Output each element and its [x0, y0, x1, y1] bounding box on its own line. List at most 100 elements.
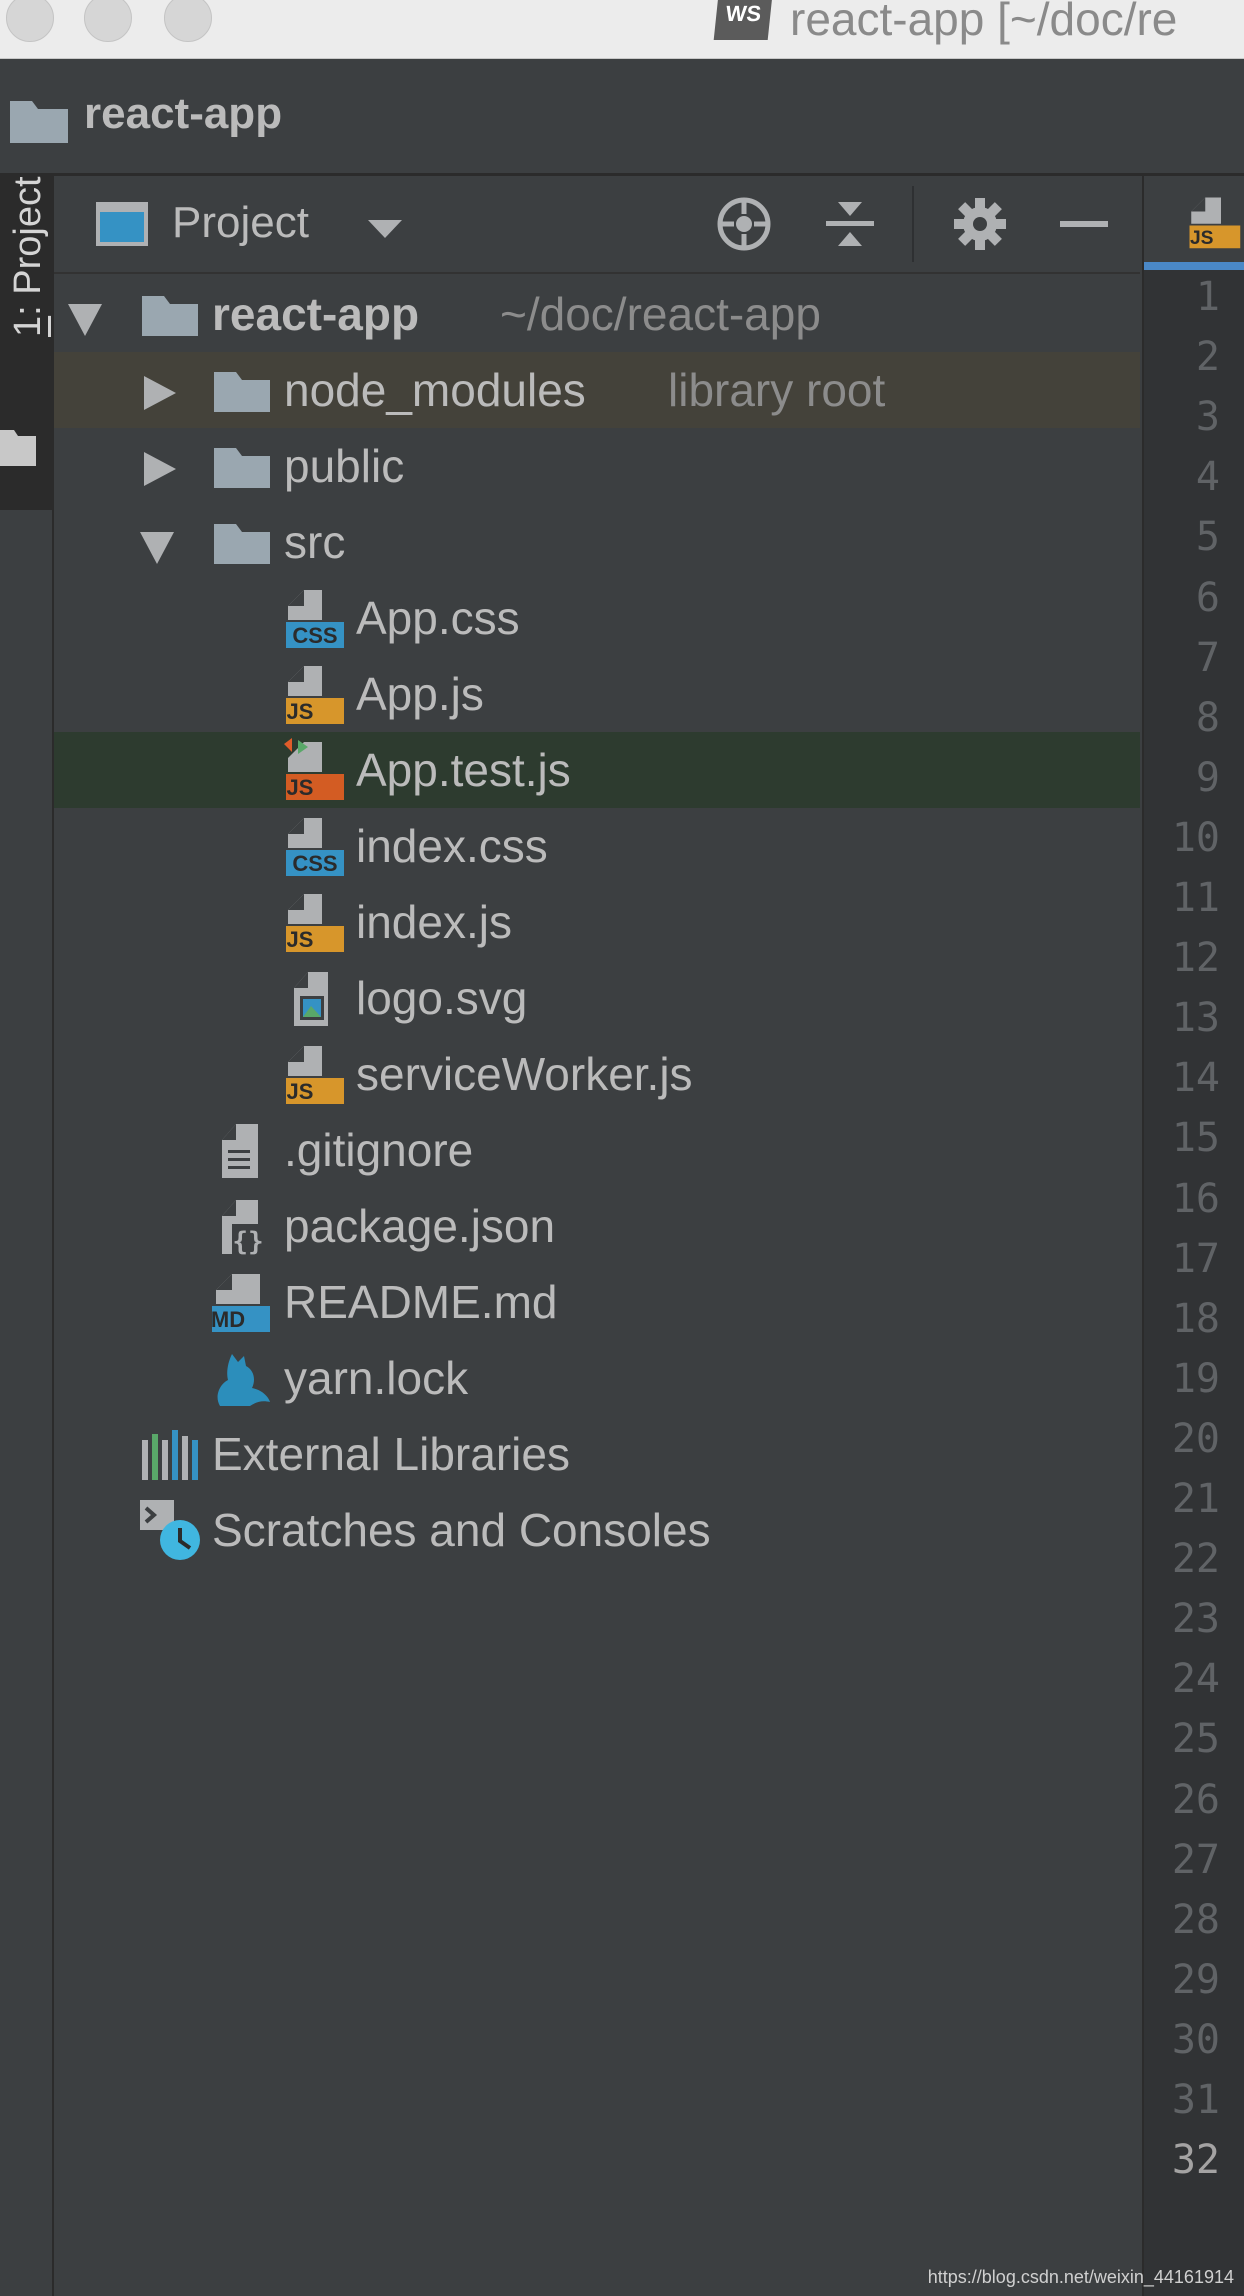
- css-file-icon: CSS: [286, 590, 344, 648]
- tool-window-strip: 1: Project: [0, 176, 54, 2296]
- folder-icon: [0, 430, 36, 466]
- library-root-hint: library root: [668, 364, 886, 416]
- tree-item-file[interactable]: JS serviceWorker.js: [54, 1036, 1140, 1112]
- line-number: 24: [1171, 1656, 1220, 1703]
- close-window-button[interactable]: [6, 0, 54, 42]
- project-panel: Project react-app ~/doc/react-app node_m…: [54, 176, 1140, 2296]
- tree-item-file[interactable]: .gitignore: [54, 1112, 1140, 1188]
- line-number: 6: [1195, 574, 1220, 621]
- tree-item-external-libraries[interactable]: External Libraries: [54, 1416, 1140, 1492]
- tree-item-label: logo.svg: [356, 972, 528, 1024]
- tree-item-file[interactable]: CSS index.css: [54, 808, 1140, 884]
- line-number: 11: [1171, 875, 1220, 921]
- line-number: 17: [1171, 1235, 1220, 1282]
- tree-item-file[interactable]: {} package.json: [54, 1188, 1140, 1264]
- window-title: react-app [~/doc/re: [790, 0, 1178, 45]
- line-number: 29: [1171, 1956, 1220, 2003]
- line-number: 3: [1195, 394, 1220, 441]
- tree-item-label: Scratches and Consoles: [212, 1504, 711, 1556]
- locate-icon[interactable]: [714, 194, 774, 254]
- tree-item-label: App.css: [356, 592, 520, 644]
- project-view-icon: [96, 202, 148, 246]
- line-number: 32: [1171, 2137, 1220, 2184]
- tree-item-file-selected[interactable]: JS App.test.js: [54, 732, 1140, 808]
- project-panel-header: Project: [54, 176, 1140, 274]
- line-number: 2: [1195, 334, 1220, 381]
- line-number: 19: [1171, 1355, 1220, 1402]
- minimize-window-button[interactable]: [84, 0, 132, 42]
- tree-item-label: yarn.lock: [284, 1352, 469, 1404]
- svg-text:CSS: CSS: [292, 623, 337, 648]
- expand-arrow-icon[interactable]: [68, 304, 102, 336]
- webstorm-logo-icon: WS: [713, 0, 773, 40]
- tree-item-file[interactable]: JS index.js: [54, 884, 1140, 960]
- collapse-all-icon[interactable]: [820, 194, 880, 254]
- editor-gutter: JS 1 2 3 4 5 6 7 8 9 10 11 12 13 14 15 16 17 18 19 20 21 22 23…: [1142, 176, 1244, 2296]
- project-tool-window-button[interactable]: 1: Project: [0, 176, 52, 510]
- js-file-icon: JS: [286, 1046, 344, 1104]
- line-number: 12: [1171, 935, 1220, 982]
- tree-item-label: public: [284, 440, 405, 492]
- editor-tab[interactable]: JS: [1144, 176, 1244, 270]
- line-number: 20: [1171, 1415, 1220, 1462]
- tree-item-file[interactable]: MD README.md: [54, 1264, 1140, 1340]
- svg-text:JS: JS: [287, 927, 314, 952]
- image-file-icon: [294, 972, 328, 1026]
- tree-item-label: node_modules: [284, 364, 586, 416]
- tree-item-file[interactable]: JS App.js: [54, 656, 1140, 732]
- libraries-icon: [142, 1430, 198, 1480]
- text-file-icon: [222, 1124, 258, 1178]
- tree-item-label: .gitignore: [284, 1124, 474, 1176]
- line-number: 8: [1195, 694, 1220, 741]
- watermark: https://blog.csdn.net/weixin_44161914: [927, 2267, 1234, 2287]
- svg-text:JS: JS: [1190, 228, 1214, 249]
- tree-item-label: serviceWorker.js: [356, 1048, 693, 1100]
- breadcrumb-project[interactable]: react-app: [84, 89, 282, 139]
- line-number: 22: [1171, 1536, 1220, 1583]
- line-number: 10: [1171, 814, 1220, 861]
- tree-item-file[interactable]: logo.svg: [54, 960, 1140, 1036]
- folder-icon: [214, 372, 270, 412]
- tree-item-root[interactable]: react-app ~/doc/react-app: [54, 276, 1140, 352]
- folder-icon: [142, 296, 198, 336]
- line-number: 14: [1171, 1055, 1220, 1102]
- gear-icon[interactable]: [950, 194, 1010, 254]
- hide-icon[interactable]: [1054, 194, 1114, 254]
- tree-item-label: package.json: [284, 1200, 556, 1252]
- line-number: 25: [1171, 1716, 1220, 1763]
- css-file-icon: CSS: [286, 818, 344, 876]
- line-number: 1: [1195, 274, 1220, 320]
- navigation-bar: react-app: [0, 59, 1244, 176]
- svg-text:{}: {}: [232, 1227, 263, 1257]
- tree-item-file[interactable]: CSS App.css: [54, 580, 1140, 656]
- line-number: 13: [1171, 995, 1220, 1042]
- line-number: 28: [1171, 1896, 1220, 1943]
- js-file-icon: JS: [286, 666, 344, 724]
- tree-item-node-modules[interactable]: node_modules library root: [54, 352, 1140, 428]
- folder-icon: [214, 524, 270, 564]
- js-file-icon: JS: [1189, 197, 1241, 249]
- line-number: 23: [1171, 1596, 1220, 1643]
- line-number: 9: [1195, 754, 1220, 801]
- chevron-down-icon[interactable]: [368, 220, 402, 238]
- zoom-window-button[interactable]: [164, 0, 212, 42]
- yarn-cat-icon: [217, 1354, 270, 1406]
- tree-item-public[interactable]: public: [54, 428, 1140, 504]
- js-file-icon: JS: [286, 894, 344, 952]
- svg-text:JS: JS: [287, 775, 314, 800]
- json-file-icon: {}: [222, 1200, 264, 1257]
- project-tool-label: 1: Project: [7, 176, 49, 337]
- svg-text:CSS: CSS: [292, 851, 337, 876]
- tree-item-src[interactable]: src: [54, 504, 1140, 580]
- tree-item-file[interactable]: yarn.lock: [54, 1340, 1140, 1416]
- tree-item-scratches[interactable]: Scratches and Consoles: [54, 1492, 1140, 1568]
- expand-arrow-icon[interactable]: [144, 452, 176, 486]
- svg-text:JS: JS: [287, 699, 314, 724]
- markdown-file-icon: MD: [211, 1274, 270, 1332]
- project-view-selector[interactable]: Project: [172, 198, 309, 248]
- tree-item-label: src: [284, 516, 346, 568]
- collapse-arrow-icon[interactable]: [140, 532, 174, 564]
- expand-arrow-icon[interactable]: [144, 376, 176, 410]
- tree-item-label: README.md: [284, 1276, 558, 1328]
- tree-item-label: External Libraries: [212, 1428, 570, 1480]
